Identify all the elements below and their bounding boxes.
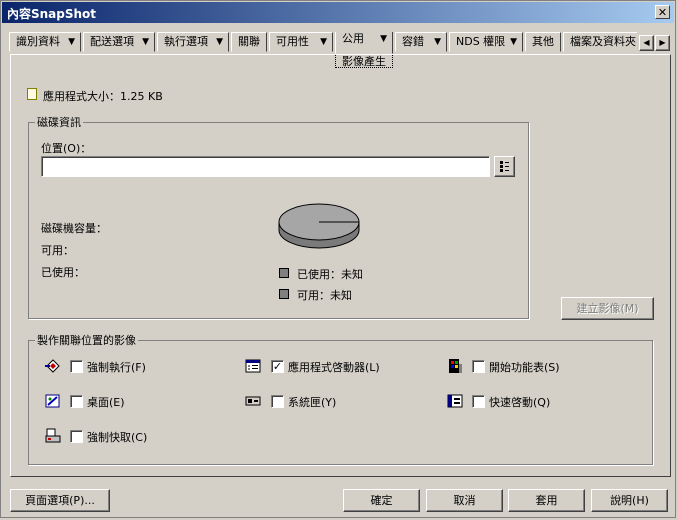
scroll-left-button[interactable]: ◀ <box>639 35 654 51</box>
tab-associations[interactable]: 關聯 <box>231 32 267 52</box>
file-icon <box>27 88 37 100</box>
location-input[interactable] <box>41 156 490 177</box>
tab-label: 識別資料 <box>16 35 60 48</box>
chevron-down-icon: ▼ <box>216 37 223 47</box>
disk-info-legend: 磁碟資訊 <box>37 116 81 129</box>
location-label: 位置(O)： <box>41 142 92 155</box>
tab-common[interactable]: 公用 ▼ <box>335 32 393 54</box>
available-label: 可用： <box>41 244 74 257</box>
tab-label: 公用 <box>342 32 364 45</box>
window-title: 內容SnapShot <box>7 7 97 21</box>
chevron-down-icon: ▼ <box>510 37 517 47</box>
system-tray-label: 系統匣(Y) <box>288 396 337 409</box>
tab-misc[interactable]: 其他 <box>525 32 561 52</box>
force-cache-icon <box>45 428 61 443</box>
start-menu-checkbox[interactable] <box>472 360 485 373</box>
desktop-label: 桌面(E) <box>87 396 125 409</box>
tab-run-options[interactable]: 執行選項 ▼ <box>157 32 229 52</box>
start-menu-label: 開始功能表(S) <box>489 361 560 374</box>
browse-tree-icon <box>500 161 509 172</box>
associations-legend: 製作關聯位置的影像 <box>37 334 136 347</box>
tab-label: 配送選項 <box>90 35 134 48</box>
chevron-down-icon: ▼ <box>68 37 75 47</box>
quick-launch-icon <box>447 394 463 408</box>
properties-dialog: 內容SnapShot ✕ 識別資料 ▼ 配送選項 ▼ 執行選項 ▼ 關聯 可用性 ▼ 公… <box>0 0 676 518</box>
chevron-down-icon: ▼ <box>320 37 327 47</box>
tab-strip: 識別資料 ▼ 配送選項 ▼ 執行選項 ▼ 關聯 可用性 ▼ 公用 ▼ 容錯 ▼ NDS 權限… <box>9 32 637 54</box>
close-button[interactable]: ✕ <box>655 5 670 19</box>
app-launcher-label: 應用程式啓動器(L) <box>288 361 380 374</box>
tab-label: 執行選項 <box>164 35 208 48</box>
app-launcher-icon <box>245 359 261 373</box>
available-legend-label: 可用：未知 <box>297 289 352 302</box>
quick-launch-checkbox[interactable] <box>472 395 485 408</box>
used-label: 已使用： <box>41 266 85 279</box>
tab-label: 可用性 <box>276 35 309 48</box>
used-legend-label: 已使用：未知 <box>297 268 363 281</box>
capacity-label: 磁碟機容量： <box>41 222 107 235</box>
disk-usage-pie-chart <box>278 203 360 249</box>
available-legend-swatch <box>279 289 289 299</box>
ok-button[interactable]: 確定 <box>343 489 420 512</box>
cancel-button[interactable]: 取消 <box>426 489 503 512</box>
apply-button[interactable]: 套用 <box>508 489 585 512</box>
scroll-right-button[interactable]: ▶ <box>655 35 670 51</box>
desktop-icon <box>45 394 60 408</box>
browse-button[interactable] <box>494 156 515 177</box>
checkmark-icon: ✓ <box>272 360 283 373</box>
system-tray-icon <box>245 396 261 406</box>
tab-label: 其他 <box>532 35 554 48</box>
title-bar[interactable]: 內容SnapShot ✕ <box>2 2 674 23</box>
tab-distribution-options[interactable]: 配送選項 ▼ <box>83 32 155 52</box>
tab-label: 容錯 <box>402 35 424 48</box>
force-cache-checkbox[interactable] <box>70 430 83 443</box>
tab-nds-rights[interactable]: NDS 權限 ▼ <box>449 32 523 52</box>
help-button[interactable]: 說明(H) <box>591 489 668 512</box>
tab-identification[interactable]: 識別資料 ▼ <box>9 32 81 52</box>
tab-fault-tolerance[interactable]: 容錯 ▼ <box>395 32 447 52</box>
force-cache-label: 強制快取(C) <box>87 431 148 444</box>
start-menu-icon <box>449 359 462 373</box>
tab-scroll-buttons: ◀ ▶ <box>639 35 671 51</box>
tab-label: NDS 權限 <box>456 35 506 48</box>
force-run-icon <box>45 359 60 373</box>
chevron-down-icon: ▼ <box>434 37 441 47</box>
tab-files-folders[interactable]: 檔案及資料夾 <box>563 32 637 52</box>
tab-availability[interactable]: 可用性 ▼ <box>269 32 333 52</box>
chevron-down-icon: ▼ <box>142 37 149 47</box>
create-image-button[interactable]: 建立影像(M) <box>561 297 654 320</box>
app-size-label: 應用程式大小：1.25 KB <box>43 90 163 103</box>
force-run-label: 強制執行(F) <box>87 361 146 374</box>
tab-label: 檔案及資料夾 <box>570 35 636 48</box>
quick-launch-label: 快速啓動(Q) <box>489 396 551 409</box>
app-launcher-checkbox[interactable]: ✓ <box>271 360 284 373</box>
used-legend-swatch <box>279 268 289 278</box>
chevron-down-icon: ▼ <box>380 34 387 44</box>
system-tray-checkbox[interactable] <box>271 395 284 408</box>
desktop-checkbox[interactable] <box>70 395 83 408</box>
tab-label: 關聯 <box>238 35 260 48</box>
page-options-button[interactable]: 頁面選項(P)... <box>10 489 110 512</box>
force-run-checkbox[interactable] <box>70 360 83 373</box>
